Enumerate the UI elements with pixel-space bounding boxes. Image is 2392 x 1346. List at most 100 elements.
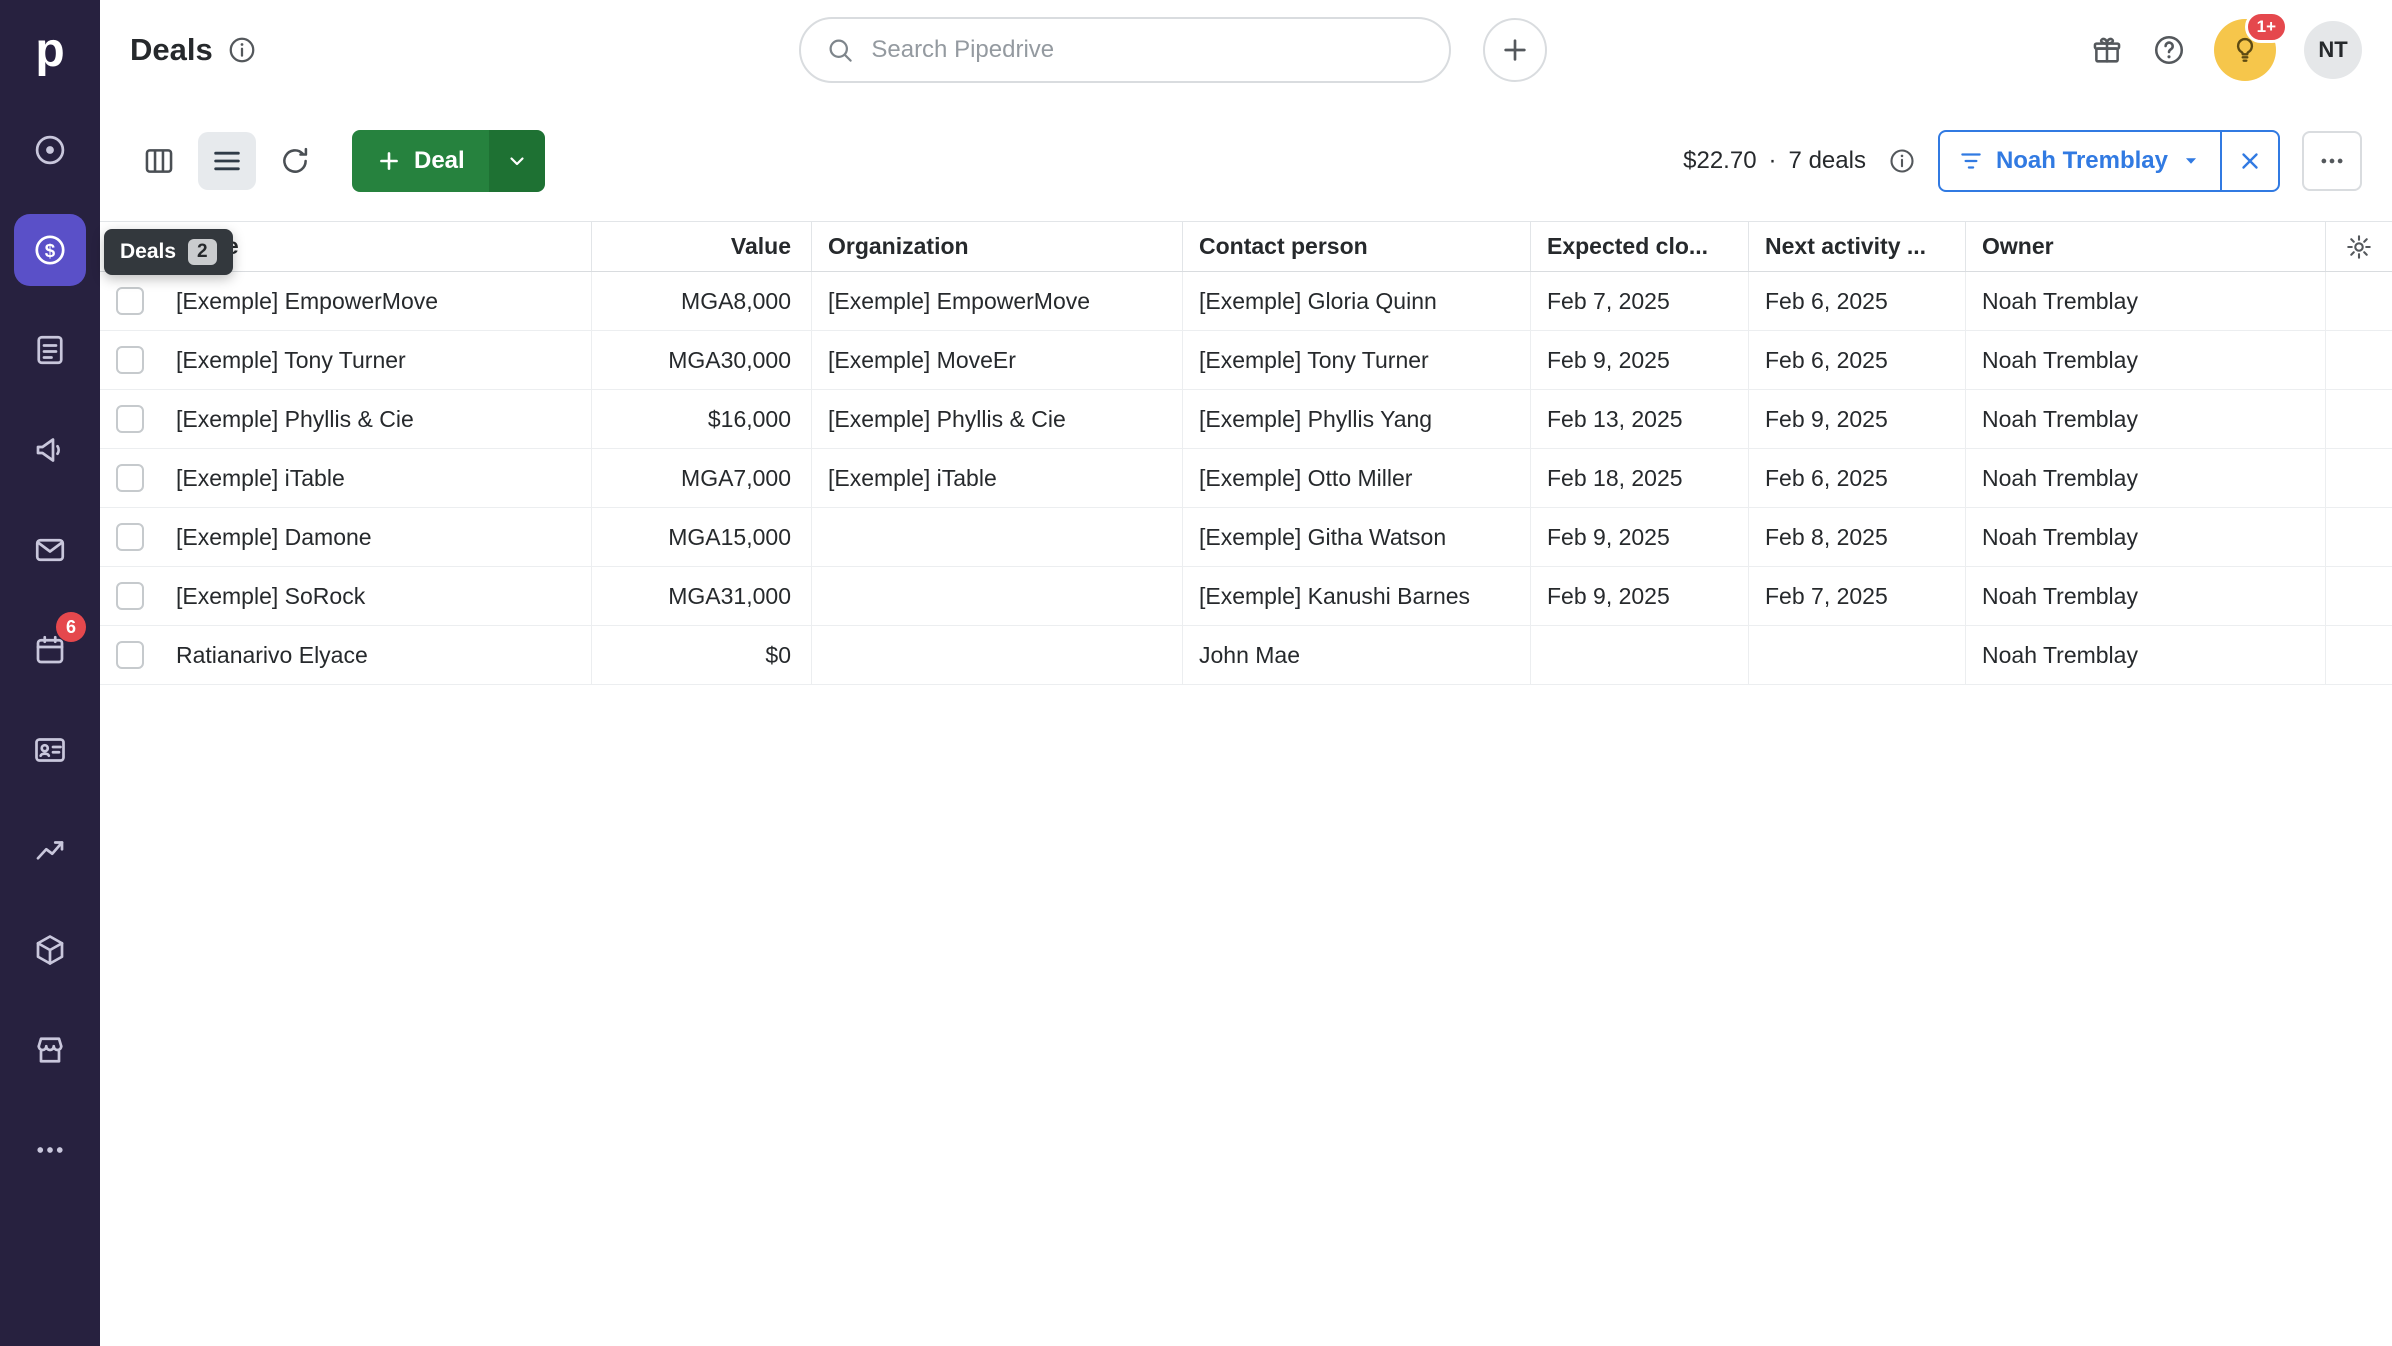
- row-checkbox[interactable]: [116, 464, 144, 492]
- add-deal-dropdown-button[interactable]: [489, 130, 545, 192]
- contact-person-cell[interactable]: [Exemple] Tony Turner: [1183, 331, 1531, 389]
- organization-cell[interactable]: [Exemple] iTable: [812, 449, 1183, 507]
- contact-person-cell[interactable]: [Exemple] Gloria Quinn: [1183, 272, 1531, 330]
- deal-title-cell[interactable]: Ratianarivo Elyace: [160, 626, 592, 684]
- owner-filter: Noah Tremblay: [1938, 130, 2280, 192]
- deal-title-cell[interactable]: [Exemple] iTable: [160, 449, 592, 507]
- quick-add-button[interactable]: [1483, 18, 1547, 82]
- row-checkbox[interactable]: [116, 582, 144, 610]
- row-checkbox[interactable]: [116, 346, 144, 374]
- sidebar-item-products[interactable]: [0, 900, 100, 1000]
- checkbox-cell: [100, 508, 160, 566]
- sidebar-item-marketplace[interactable]: [0, 1000, 100, 1100]
- insights-chart-icon: [32, 832, 68, 868]
- sidebar-item-projects[interactable]: [0, 300, 100, 400]
- pipedrive-logo[interactable]: p: [0, 0, 100, 100]
- header-contact-person[interactable]: Contact person: [1183, 222, 1531, 271]
- table-row: [Exemple] EmpowerMove MGA8,000 [Exemple]…: [100, 272, 2392, 331]
- organization-cell[interactable]: [Exemple] MoveEr: [812, 331, 1183, 389]
- summary-count: 7 deals: [1789, 147, 1866, 175]
- header-value[interactable]: Value: [592, 222, 812, 271]
- user-avatar[interactable]: NT: [2304, 21, 2362, 79]
- expected-close-cell: Feb 9, 2025: [1531, 567, 1749, 625]
- table-row: Ratianarivo Elyace $0 John Mae Noah Trem…: [100, 626, 2392, 685]
- plus-icon: [376, 148, 402, 174]
- forecast-view-button[interactable]: [266, 132, 324, 190]
- contact-person-cell[interactable]: [Exemple] Phyllis Yang: [1183, 390, 1531, 448]
- more-options-button[interactable]: [2302, 131, 2362, 191]
- svg-text:$: $: [45, 240, 56, 261]
- deal-title-cell[interactable]: [Exemple] Tony Turner: [160, 331, 592, 389]
- search-icon: [825, 35, 855, 65]
- expected-close-cell: Feb 7, 2025: [1531, 272, 1749, 330]
- sidebar-item-contacts[interactable]: [0, 700, 100, 800]
- summary-info-icon[interactable]: [1888, 147, 1916, 175]
- header-expected-close[interactable]: Expected clo...: [1531, 222, 1749, 271]
- add-deal-button[interactable]: Deal: [352, 130, 489, 192]
- sidebar: p $ 6: [0, 0, 100, 1346]
- deal-title-cell[interactable]: [Exemple] SoRock: [160, 567, 592, 625]
- whats-new-bulb-button[interactable]: 1+: [2214, 19, 2276, 81]
- expected-close-cell: Feb 18, 2025: [1531, 449, 1749, 507]
- summary-separator: ·: [1769, 147, 1777, 175]
- search-input[interactable]: [871, 36, 1425, 64]
- target-icon: [32, 132, 68, 168]
- owner-filter-label: Noah Tremblay: [1996, 147, 2168, 175]
- sidebar-item-deals[interactable]: $: [0, 200, 100, 300]
- logo-letter: p: [35, 23, 64, 78]
- next-activity-cell: Feb 6, 2025: [1749, 331, 1966, 389]
- deal-title-cell[interactable]: [Exemple] Phyllis & Cie: [160, 390, 592, 448]
- storefront-icon: [32, 1032, 68, 1068]
- organization-cell[interactable]: [Exemple] Phyllis & Cie: [812, 390, 1183, 448]
- pipeline-view-button[interactable]: [130, 132, 188, 190]
- filter-funnel-icon: [1958, 148, 1984, 174]
- header-next-activity[interactable]: Next activity ...: [1749, 222, 1966, 271]
- deal-value-cell: MGA31,000: [592, 567, 812, 625]
- activities-badge: 6: [56, 612, 86, 642]
- sidebar-item-insights[interactable]: [0, 800, 100, 900]
- products-box-icon: [32, 932, 68, 968]
- owner-cell: Noah Tremblay: [1966, 626, 2326, 684]
- deal-value-cell: $0: [592, 626, 812, 684]
- deals-dollar-icon: $: [32, 232, 68, 268]
- sidebar-item-leads[interactable]: [0, 100, 100, 200]
- organization-cell[interactable]: [812, 626, 1183, 684]
- help-icon[interactable]: [2152, 33, 2186, 67]
- row-checkbox[interactable]: [116, 641, 144, 669]
- table-row: [Exemple] SoRock MGA31,000 [Exemple] Kan…: [100, 567, 2392, 626]
- page-title: Deals: [130, 32, 213, 68]
- organization-cell[interactable]: [812, 567, 1183, 625]
- gift-icon[interactable]: [2090, 33, 2124, 67]
- deal-title-cell[interactable]: [Exemple] EmpowerMove: [160, 272, 592, 330]
- organization-cell[interactable]: [812, 508, 1183, 566]
- sidebar-item-campaigns[interactable]: [0, 400, 100, 500]
- owner-filter-button[interactable]: Noah Tremblay: [1940, 132, 2220, 190]
- next-activity-cell: Feb 9, 2025: [1749, 390, 1966, 448]
- clear-filter-button[interactable]: [2220, 132, 2278, 190]
- contact-person-cell[interactable]: [Exemple] Kanushi Barnes: [1183, 567, 1531, 625]
- owner-cell: Noah Tremblay: [1966, 449, 2326, 507]
- owner-cell: Noah Tremblay: [1966, 390, 2326, 448]
- info-icon[interactable]: [227, 35, 257, 65]
- deal-title-cell[interactable]: [Exemple] Damone: [160, 508, 592, 566]
- contact-person-cell[interactable]: [Exemple] Otto Miller: [1183, 449, 1531, 507]
- sidebar-item-more[interactable]: [0, 1100, 100, 1200]
- header-organization[interactable]: Organization: [812, 222, 1183, 271]
- contact-person-cell[interactable]: John Mae: [1183, 626, 1531, 684]
- checkbox-cell: [100, 626, 160, 684]
- row-checkbox[interactable]: [116, 523, 144, 551]
- column-settings-cell[interactable]: [2326, 222, 2392, 271]
- organization-cell[interactable]: [Exemple] EmpowerMove: [812, 272, 1183, 330]
- list-view-button[interactable]: [198, 132, 256, 190]
- global-search[interactable]: [799, 17, 1451, 83]
- owner-cell: Noah Tremblay: [1966, 331, 2326, 389]
- contact-person-cell[interactable]: [Exemple] Githa Watson: [1183, 508, 1531, 566]
- row-checkbox[interactable]: [116, 405, 144, 433]
- header-owner[interactable]: Owner: [1966, 222, 2326, 271]
- sidebar-item-activities[interactable]: 6: [0, 600, 100, 700]
- tasks-icon: [32, 332, 68, 368]
- row-end-cell: [2326, 331, 2392, 389]
- row-checkbox[interactable]: [116, 287, 144, 315]
- sidebar-item-mail[interactable]: [0, 500, 100, 600]
- gear-icon: [2345, 233, 2373, 261]
